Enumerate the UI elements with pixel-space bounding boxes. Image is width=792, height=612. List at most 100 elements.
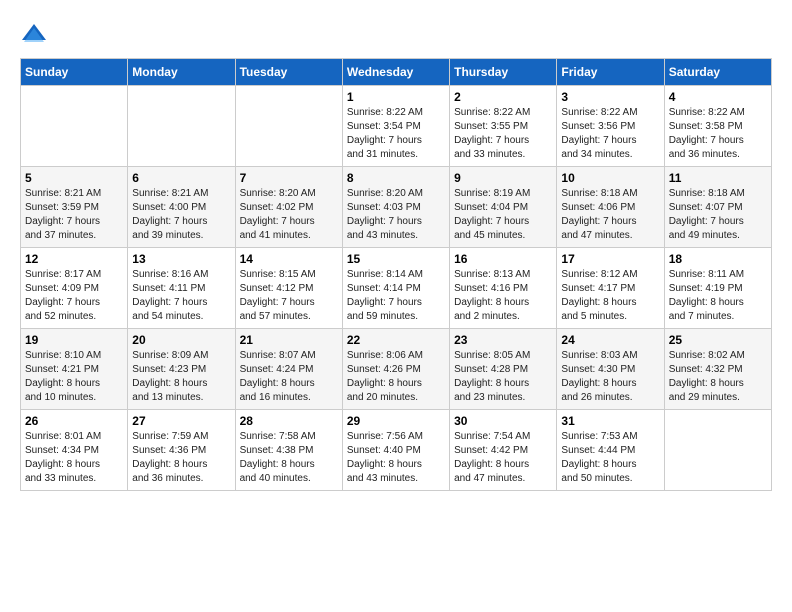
weekday-header: Friday — [557, 59, 664, 86]
day-number: 13 — [132, 252, 230, 266]
day-info: Sunrise: 8:18 AM Sunset: 4:07 PM Dayligh… — [669, 187, 767, 243]
day-info: Sunrise: 8:16 AM Sunset: 4:11 PM Dayligh… — [132, 268, 230, 324]
calendar-cell: 18 Sunrise: 8:11 AM Sunset: 4:19 PM Dayli… — [664, 248, 771, 329]
calendar-cell: 3Sunrise: 8:22 AM Sunset: 3:56 PM Daylig… — [557, 86, 664, 167]
day-number: 11 — [669, 171, 767, 185]
calendar-cell: 10 Sunrise: 8:18 AM Sunset: 4:06 PM Dayli… — [557, 167, 664, 248]
calendar-cell: 9Sunrise: 8:19 AM Sunset: 4:04 PM Daylig… — [450, 167, 557, 248]
day-number: 17 — [561, 252, 659, 266]
calendar-cell: 28 Sunrise: 7:58 AM Sunset: 4:38 PM Dayli… — [235, 410, 342, 491]
day-number: 28 — [240, 414, 338, 428]
calendar-cell: 23 Sunrise: 8:05 AM Sunset: 4:28 PM Dayli… — [450, 329, 557, 410]
day-number: 23 — [454, 333, 552, 347]
weekday-header: Sunday — [21, 59, 128, 86]
calendar-week-row: 5 Sunrise: 8:21 AM Sunset: 3:59 PM Daylig… — [21, 167, 772, 248]
day-number: 30 — [454, 414, 552, 428]
weekday-header: Thursday — [450, 59, 557, 86]
day-info: Sunrise: 7:59 AM Sunset: 4:36 PM Dayligh… — [132, 430, 230, 486]
calendar-cell: 22 Sunrise: 8:06 AM Sunset: 4:26 PM Dayli… — [342, 329, 449, 410]
day-info: Sunrise: 8:18 AM Sunset: 4:06 PM Dayligh… — [561, 187, 659, 243]
calendar-cell: 16 Sunrise: 8:13 AM Sunset: 4:16 PM Dayli… — [450, 248, 557, 329]
day-number: 7 — [240, 171, 338, 185]
logo — [20, 20, 52, 48]
calendar-cell: 17 Sunrise: 8:12 AM Sunset: 4:17 PM Dayli… — [557, 248, 664, 329]
calendar-cell: 14 Sunrise: 8:15 AM Sunset: 4:12 PM Dayli… — [235, 248, 342, 329]
day-number: 9 — [454, 171, 552, 185]
calendar-cell: 1 Sunrise: 8:22 AM Sunset: 3:54 PM Daylig… — [342, 86, 449, 167]
day-number: 19 — [25, 333, 123, 347]
calendar-cell: 12 Sunrise: 8:17 AM Sunset: 4:09 PM Dayli… — [21, 248, 128, 329]
day-number: 2 — [454, 90, 552, 104]
day-info: Sunrise: 8:13 AM Sunset: 4:16 PM Dayligh… — [454, 268, 552, 324]
logo-icon — [20, 20, 48, 48]
day-info: Sunrise: 8:11 AM Sunset: 4:19 PM Dayligh… — [669, 268, 767, 324]
day-info: Sunrise: 8:22 AM Sunset: 3:56 PM Dayligh… — [561, 106, 659, 162]
day-info: Sunrise: 8:09 AM Sunset: 4:23 PM Dayligh… — [132, 349, 230, 405]
calendar-cell: 15 Sunrise: 8:14 AM Sunset: 4:14 PM Dayli… — [342, 248, 449, 329]
day-info: Sunrise: 8:17 AM Sunset: 4:09 PM Dayligh… — [25, 268, 123, 324]
calendar-week-row: 19Sunrise: 8:10 AM Sunset: 4:21 PM Dayli… — [21, 329, 772, 410]
day-number: 12 — [25, 252, 123, 266]
calendar-cell: 24 Sunrise: 8:03 AM Sunset: 4:30 PM Dayli… — [557, 329, 664, 410]
page-header — [20, 20, 772, 48]
day-info: Sunrise: 8:22 AM Sunset: 3:55 PM Dayligh… — [454, 106, 552, 162]
weekday-header: Saturday — [664, 59, 771, 86]
calendar-cell: 5 Sunrise: 8:21 AM Sunset: 3:59 PM Daylig… — [21, 167, 128, 248]
day-info: Sunrise: 8:03 AM Sunset: 4:30 PM Dayligh… — [561, 349, 659, 405]
day-number: 27 — [132, 414, 230, 428]
day-number: 21 — [240, 333, 338, 347]
calendar-cell: 2 Sunrise: 8:22 AM Sunset: 3:55 PM Daylig… — [450, 86, 557, 167]
day-info: Sunrise: 7:54 AM Sunset: 4:42 PM Dayligh… — [454, 430, 552, 486]
calendar-cell: 26Sunrise: 8:01 AM Sunset: 4:34 PM Dayli… — [21, 410, 128, 491]
day-info: Sunrise: 8:07 AM Sunset: 4:24 PM Dayligh… — [240, 349, 338, 405]
calendar-cell: 6Sunrise: 8:21 AM Sunset: 4:00 PM Daylig… — [128, 167, 235, 248]
day-info: Sunrise: 7:53 AM Sunset: 4:44 PM Dayligh… — [561, 430, 659, 486]
calendar-cell: 27 Sunrise: 7:59 AM Sunset: 4:36 PM Dayli… — [128, 410, 235, 491]
calendar-cell: 21 Sunrise: 8:07 AM Sunset: 4:24 PM Dayli… — [235, 329, 342, 410]
calendar-cell: 7 Sunrise: 8:20 AM Sunset: 4:02 PM Daylig… — [235, 167, 342, 248]
day-info: Sunrise: 8:20 AM Sunset: 4:02 PM Dayligh… — [240, 187, 338, 243]
calendar-cell: 8Sunrise: 8:20 AM Sunset: 4:03 PM Daylig… — [342, 167, 449, 248]
day-info: Sunrise: 8:21 AM Sunset: 3:59 PM Dayligh… — [25, 187, 123, 243]
calendar-cell — [664, 410, 771, 491]
day-number: 16 — [454, 252, 552, 266]
weekday-header: Wednesday — [342, 59, 449, 86]
calendar-cell: 13 Sunrise: 8:16 AM Sunset: 4:11 PM Dayli… — [128, 248, 235, 329]
day-number: 31 — [561, 414, 659, 428]
day-number: 1 — [347, 90, 445, 104]
day-number: 14 — [240, 252, 338, 266]
calendar-cell: 31 Sunrise: 7:53 AM Sunset: 4:44 PM Dayli… — [557, 410, 664, 491]
calendar-cell: 11 Sunrise: 8:18 AM Sunset: 4:07 PM Dayli… — [664, 167, 771, 248]
day-number: 8 — [347, 171, 445, 185]
day-number: 24 — [561, 333, 659, 347]
calendar-cell: 29Sunrise: 7:56 AM Sunset: 4:40 PM Dayli… — [342, 410, 449, 491]
calendar-cell: 20 Sunrise: 8:09 AM Sunset: 4:23 PM Dayli… — [128, 329, 235, 410]
day-info: Sunrise: 8:15 AM Sunset: 4:12 PM Dayligh… — [240, 268, 338, 324]
day-number: 5 — [25, 171, 123, 185]
day-number: 10 — [561, 171, 659, 185]
day-number: 26 — [25, 414, 123, 428]
calendar-cell — [21, 86, 128, 167]
day-info: Sunrise: 8:02 AM Sunset: 4:32 PM Dayligh… — [669, 349, 767, 405]
day-info: Sunrise: 8:05 AM Sunset: 4:28 PM Dayligh… — [454, 349, 552, 405]
day-number: 25 — [669, 333, 767, 347]
day-info: Sunrise: 7:58 AM Sunset: 4:38 PM Dayligh… — [240, 430, 338, 486]
day-info: Sunrise: 8:21 AM Sunset: 4:00 PM Dayligh… — [132, 187, 230, 243]
day-number: 15 — [347, 252, 445, 266]
weekday-header: Tuesday — [235, 59, 342, 86]
calendar-cell — [235, 86, 342, 167]
day-info: Sunrise: 8:06 AM Sunset: 4:26 PM Dayligh… — [347, 349, 445, 405]
calendar-week-row: 26Sunrise: 8:01 AM Sunset: 4:34 PM Dayli… — [21, 410, 772, 491]
day-number: 4 — [669, 90, 767, 104]
calendar-cell — [128, 86, 235, 167]
day-info: Sunrise: 8:14 AM Sunset: 4:14 PM Dayligh… — [347, 268, 445, 324]
calendar-cell: 30 Sunrise: 7:54 AM Sunset: 4:42 PM Dayli… — [450, 410, 557, 491]
day-number: 18 — [669, 252, 767, 266]
day-info: Sunrise: 8:12 AM Sunset: 4:17 PM Dayligh… — [561, 268, 659, 324]
day-number: 20 — [132, 333, 230, 347]
day-info: Sunrise: 8:22 AM Sunset: 3:54 PM Dayligh… — [347, 106, 445, 162]
calendar-table: SundayMondayTuesdayWednesdayThursdayFrid… — [20, 58, 772, 491]
calendar-week-row: 1 Sunrise: 8:22 AM Sunset: 3:54 PM Daylig… — [21, 86, 772, 167]
day-number: 29 — [347, 414, 445, 428]
day-number: 22 — [347, 333, 445, 347]
